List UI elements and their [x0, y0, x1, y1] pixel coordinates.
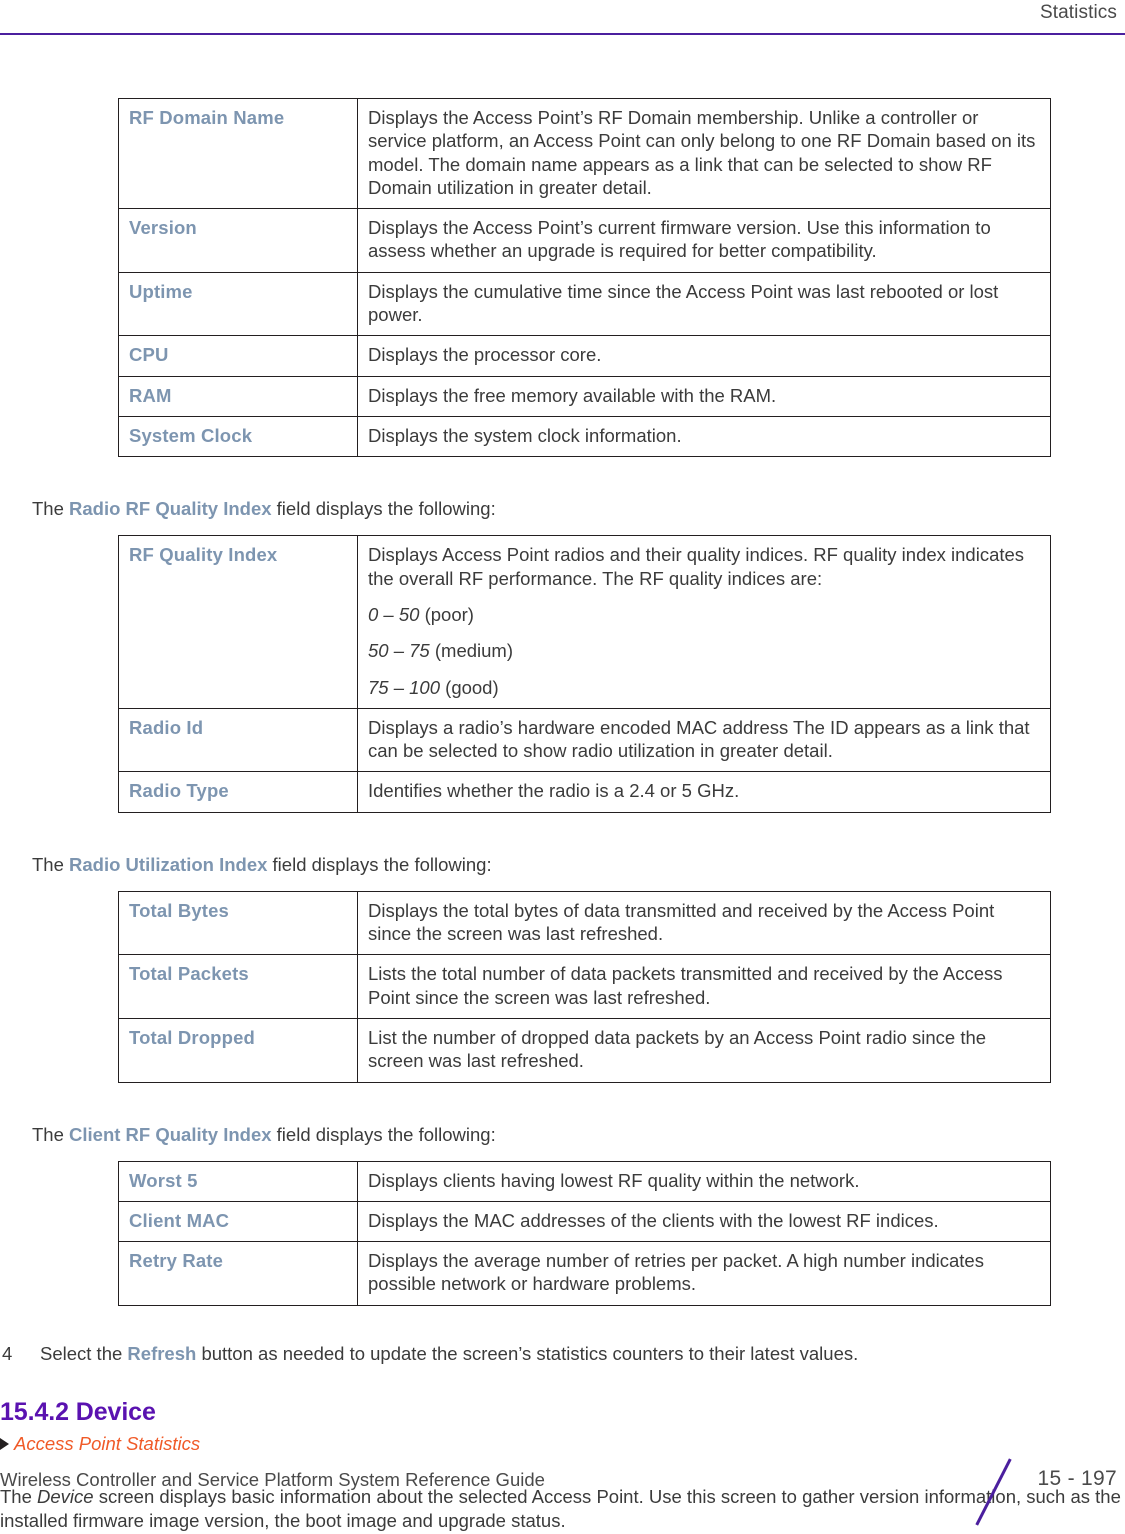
field-label: Retry Rate [118, 1241, 358, 1306]
table-row: RF Quality Index Displays Access Point r… [118, 535, 1051, 709]
field-description: Displays clients having lowest RF qualit… [357, 1160, 1051, 1202]
table-row: Version Displays the Access Point’s curr… [118, 208, 1051, 273]
field-label: Radio Id [118, 707, 358, 773]
field-label: RAM [118, 375, 358, 417]
field-label: Radio Type [118, 771, 358, 813]
table-row: Uptime Displays the cumulative time sinc… [118, 271, 1051, 337]
lead-text-after: field displays the following: [267, 853, 492, 875]
field-description: Displays the total bytes of data transmi… [357, 890, 1051, 956]
header-title: Statistics [1039, 2, 1117, 23]
client-rf-quality-index-lead: The Client RF Quality Index field displa… [32, 1123, 1125, 1147]
field-label: Version [118, 208, 358, 273]
field-label: Uptime [118, 271, 358, 337]
field-range-line: 0 – 50 (poor) [368, 603, 1040, 626]
field-range-line: 75 – 100 (good) [368, 676, 1040, 699]
lead-text-before: The [32, 853, 70, 875]
step-text-before: Select the [40, 1342, 128, 1364]
field-label: Total Dropped [118, 1017, 358, 1083]
range-label: (good) [440, 676, 499, 698]
table-row: Retry Rate Displays the average number o… [118, 1241, 1051, 1306]
range-value: 0 – 50 [368, 603, 420, 625]
field-label: RF Quality Index [118, 535, 358, 709]
lead-text-before: The [32, 1123, 70, 1145]
table-row: Total Packets Lists the total number of … [118, 954, 1051, 1019]
table-row: RF Domain Name Displays the Access Point… [118, 97, 1051, 210]
section-heading: 15.4.2 Device [0, 1397, 156, 1426]
range-label: (medium) [429, 640, 513, 662]
field-description: Displays the Access Point’s RF Domain me… [357, 97, 1051, 210]
table-row: Radio Type Identifies whether the radio … [118, 771, 1051, 813]
field-description: Displays the free memory available with … [357, 375, 1051, 417]
field-label: RF Domain Name [118, 97, 358, 210]
lead-text-before: The [32, 498, 70, 520]
field-description: Identifies whether the radio is a 2.4 or… [357, 771, 1051, 813]
field-description: Displays the MAC addresses of the client… [357, 1200, 1051, 1243]
range-value: 50 – 75 [368, 640, 430, 662]
field-description: Displays a radio’s hardware encoded MAC … [357, 707, 1051, 773]
table-row: Total Dropped List the number of dropped… [118, 1017, 1051, 1083]
refresh-button-reference[interactable]: Refresh [127, 1343, 196, 1364]
field-label: Worst 5 [118, 1160, 358, 1202]
range-value: 75 – 100 [368, 676, 441, 698]
access-point-summary-table: RF Domain Name Displays the Access Point… [118, 97, 1051, 458]
field-label: Total Packets [118, 954, 358, 1019]
field-description: Displays the Access Point’s current firm… [357, 208, 1051, 273]
footer-page-number: 15 - 197 [1037, 1467, 1117, 1490]
lead-emphasis: Client RF Quality Index [69, 1123, 272, 1145]
page-content: RF Domain Name Displays the Access Point… [0, 97, 1125, 1534]
client-rf-quality-index-table: Worst 5 Displays clients having lowest R… [118, 1160, 1051, 1306]
lead-text-after: field displays the following: [271, 498, 496, 520]
lead-emphasis: Radio Utilization Index [69, 853, 268, 875]
table-row: Total Bytes Displays the total bytes of … [118, 890, 1051, 956]
page-header: Statistics [0, 0, 1125, 42]
field-description: Lists the total number of data packets t… [357, 954, 1051, 1019]
table-row: CPU Displays the processor core. [118, 335, 1051, 377]
range-label: (poor) [419, 603, 474, 625]
radio-rf-quality-index-lead: The Radio RF Quality Index field display… [32, 497, 1125, 521]
table-row: Worst 5 Displays clients having lowest R… [118, 1160, 1051, 1202]
step-text-after: button as needed to update the screen’s … [196, 1342, 859, 1364]
field-description: Displays the average number of retries p… [357, 1241, 1051, 1306]
field-description-text: Displays Access Point radios and their q… [368, 544, 1025, 589]
radio-utilization-index-table: Total Bytes Displays the total bytes of … [118, 890, 1051, 1083]
footer-slash-decoration [975, 1458, 1012, 1526]
field-description: Displays the system clock information. [357, 415, 1051, 458]
table-row: Client MAC Displays the MAC addresses of… [118, 1200, 1051, 1243]
table-row: RAM Displays the free memory available w… [118, 375, 1051, 417]
page-footer: Wireless Controller and Service Platform… [0, 1447, 1125, 1526]
field-description: Displays the cumulative time since the A… [357, 271, 1051, 337]
field-label: Client MAC [118, 1200, 358, 1243]
field-range-line: 50 – 75 (medium) [368, 639, 1040, 662]
step-number: 4 [2, 1342, 13, 1364]
table-row: Radio Id Displays a radio’s hardware enc… [118, 707, 1051, 773]
table-row: System Clock Displays the system clock i… [118, 415, 1051, 458]
lead-text-after: field displays the following: [271, 1123, 496, 1145]
field-label: System Clock [118, 415, 358, 458]
field-label: CPU [118, 335, 358, 377]
field-description: Displays Access Point radios and their q… [357, 535, 1051, 709]
numbered-step-4: 4 Select the Refresh button as needed to … [0, 1342, 1125, 1366]
radio-rf-quality-index-table: RF Quality Index Displays Access Point r… [118, 535, 1051, 813]
header-divider-rule [0, 33, 1125, 35]
field-description: Displays the processor core. [357, 335, 1051, 377]
field-description: List the number of dropped data packets … [357, 1017, 1051, 1083]
radio-utilization-index-lead: The Radio Utilization Index field displa… [32, 853, 1125, 877]
field-label: Total Bytes [118, 890, 358, 956]
footer-guide-title: Wireless Controller and Service Platform… [0, 1469, 545, 1490]
lead-emphasis: Radio RF Quality Index [69, 498, 272, 520]
